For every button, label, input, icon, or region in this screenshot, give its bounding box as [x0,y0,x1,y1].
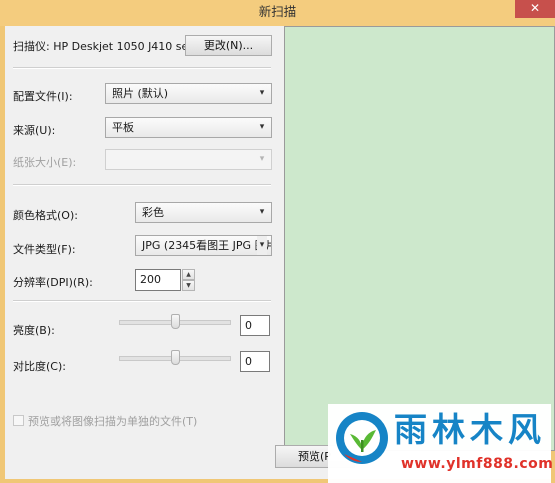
spin-up-button[interactable]: ▲ [182,269,195,280]
source-select[interactable]: 平板 ▾ [105,117,272,138]
ylmf-logo-icon [336,412,388,464]
source-label: 来源(U): [13,124,56,137]
contrast-label: 对比度(C): [13,360,66,373]
file-type-select[interactable]: JPG (2345看图王 JPG 图片 ▾ [135,235,272,256]
file-type-label: 文件类型(F): [13,243,76,256]
chevron-down-icon: ▾ [257,236,267,255]
resolution-input[interactable]: 200 [135,269,181,291]
file-type-value: JPG (2345看图王 JPG 图片 [142,239,272,252]
paper-size-label: 纸张大小(E): [13,156,77,169]
scanner-label: 扫描仪: HP Deskjet 1050 J410 ser... [13,40,203,53]
slider-thumb[interactable] [171,314,180,329]
arrow-up-icon: ▲ [186,271,191,278]
source-value: 平板 [112,121,134,134]
brightness-input[interactable]: 0 [240,315,270,336]
separator [13,300,271,302]
title-bar: 新扫描 [0,0,555,26]
watermark-url: www.ylmf888.com [401,456,554,472]
brightness-slider[interactable] [119,312,231,334]
separate-files-label: 预览或将图像扫描为单独的文件(T) [28,415,198,428]
resolution-label: 分辨率(DPI)(R): [13,276,93,289]
profile-select[interactable]: 照片 (默认) ▾ [105,83,272,104]
chevron-down-icon: ▾ [259,122,265,132]
change-scanner-button[interactable]: 更改(N)... [185,35,272,56]
separator [13,184,271,186]
color-format-label: 颜色格式(O): [13,209,78,222]
arrow-down-icon: ▼ [186,282,191,289]
color-format-select[interactable]: 彩色 ▾ [135,202,272,223]
paper-size-select: ▾ [105,149,272,170]
separator [13,67,271,69]
close-icon: ✕ [529,1,541,15]
color-format-value: 彩色 [142,206,164,219]
spin-down-button[interactable]: ▼ [182,280,195,291]
close-button[interactable]: ✕ [515,0,555,18]
chevron-down-icon: ▾ [259,154,265,164]
slider-thumb[interactable] [171,350,180,365]
chevron-down-icon: ▾ [259,207,265,217]
chevron-down-icon: ▾ [259,88,265,98]
profile-value: 照片 (默认) [112,87,169,100]
watermark: 雨林木风 www.ylmf888.com [328,404,554,483]
watermark-name: 雨林木风 [394,410,546,449]
contrast-input[interactable]: 0 [240,351,270,372]
contrast-slider[interactable] [119,348,231,370]
window-title: 新扫描 [258,4,297,19]
separate-files-checkbox[interactable] [13,415,24,426]
profile-label: 配置文件(I): [13,90,73,103]
brightness-label: 亮度(B): [13,324,55,337]
preview-area [284,26,555,451]
